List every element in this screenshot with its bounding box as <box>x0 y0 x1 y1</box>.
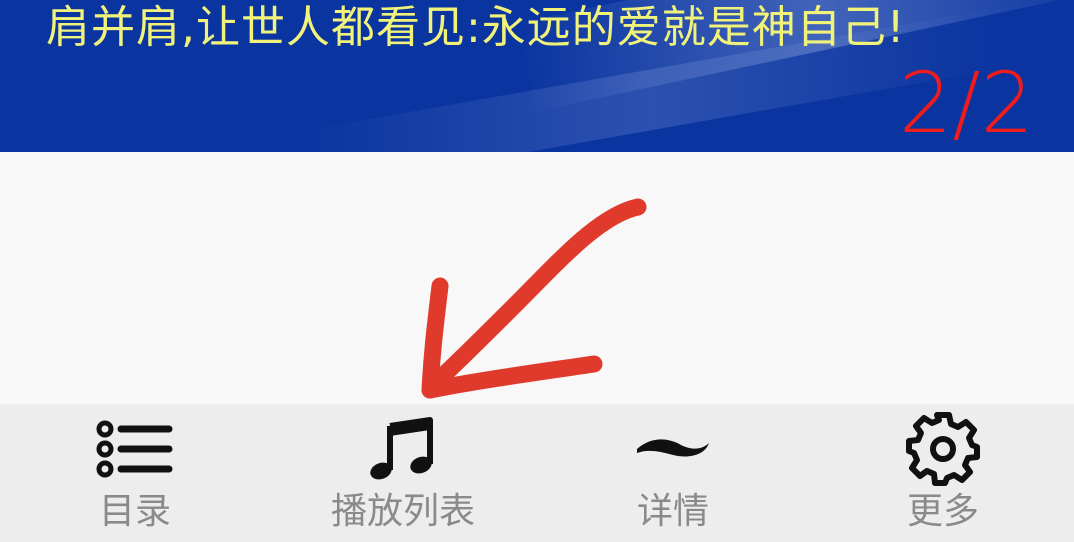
list-icon <box>95 404 175 494</box>
toolbar-item-details[interactable]: 详情 <box>573 404 773 542</box>
lyric-banner: 肩并肩,让世人都看见:永远的爱就是神自己! 2/2 <box>0 0 1074 152</box>
toolbar-label-details: 详情 <box>636 491 709 532</box>
lyric-line: 肩并肩,让世人都看见:永远的爱就是神自己! <box>46 2 906 53</box>
toolbar-label-more: 更多 <box>906 491 979 532</box>
wave-icon <box>633 404 713 494</box>
toolbar-label-catalog: 目录 <box>98 491 171 532</box>
music-note-icon <box>368 404 438 494</box>
toolbar-label-playlist: 播放列表 <box>330 491 475 532</box>
gear-icon <box>903 404 983 494</box>
page-indicator: 2/2 <box>898 54 1034 152</box>
bottom-toolbar: 目录 播放列表 详情 更多 <box>0 404 1074 542</box>
toolbar-item-playlist[interactable]: 播放列表 <box>303 404 503 542</box>
content-area <box>0 152 1074 404</box>
toolbar-item-more[interactable]: 更多 <box>843 404 1043 542</box>
toolbar-item-catalog[interactable]: 目录 <box>35 404 235 542</box>
